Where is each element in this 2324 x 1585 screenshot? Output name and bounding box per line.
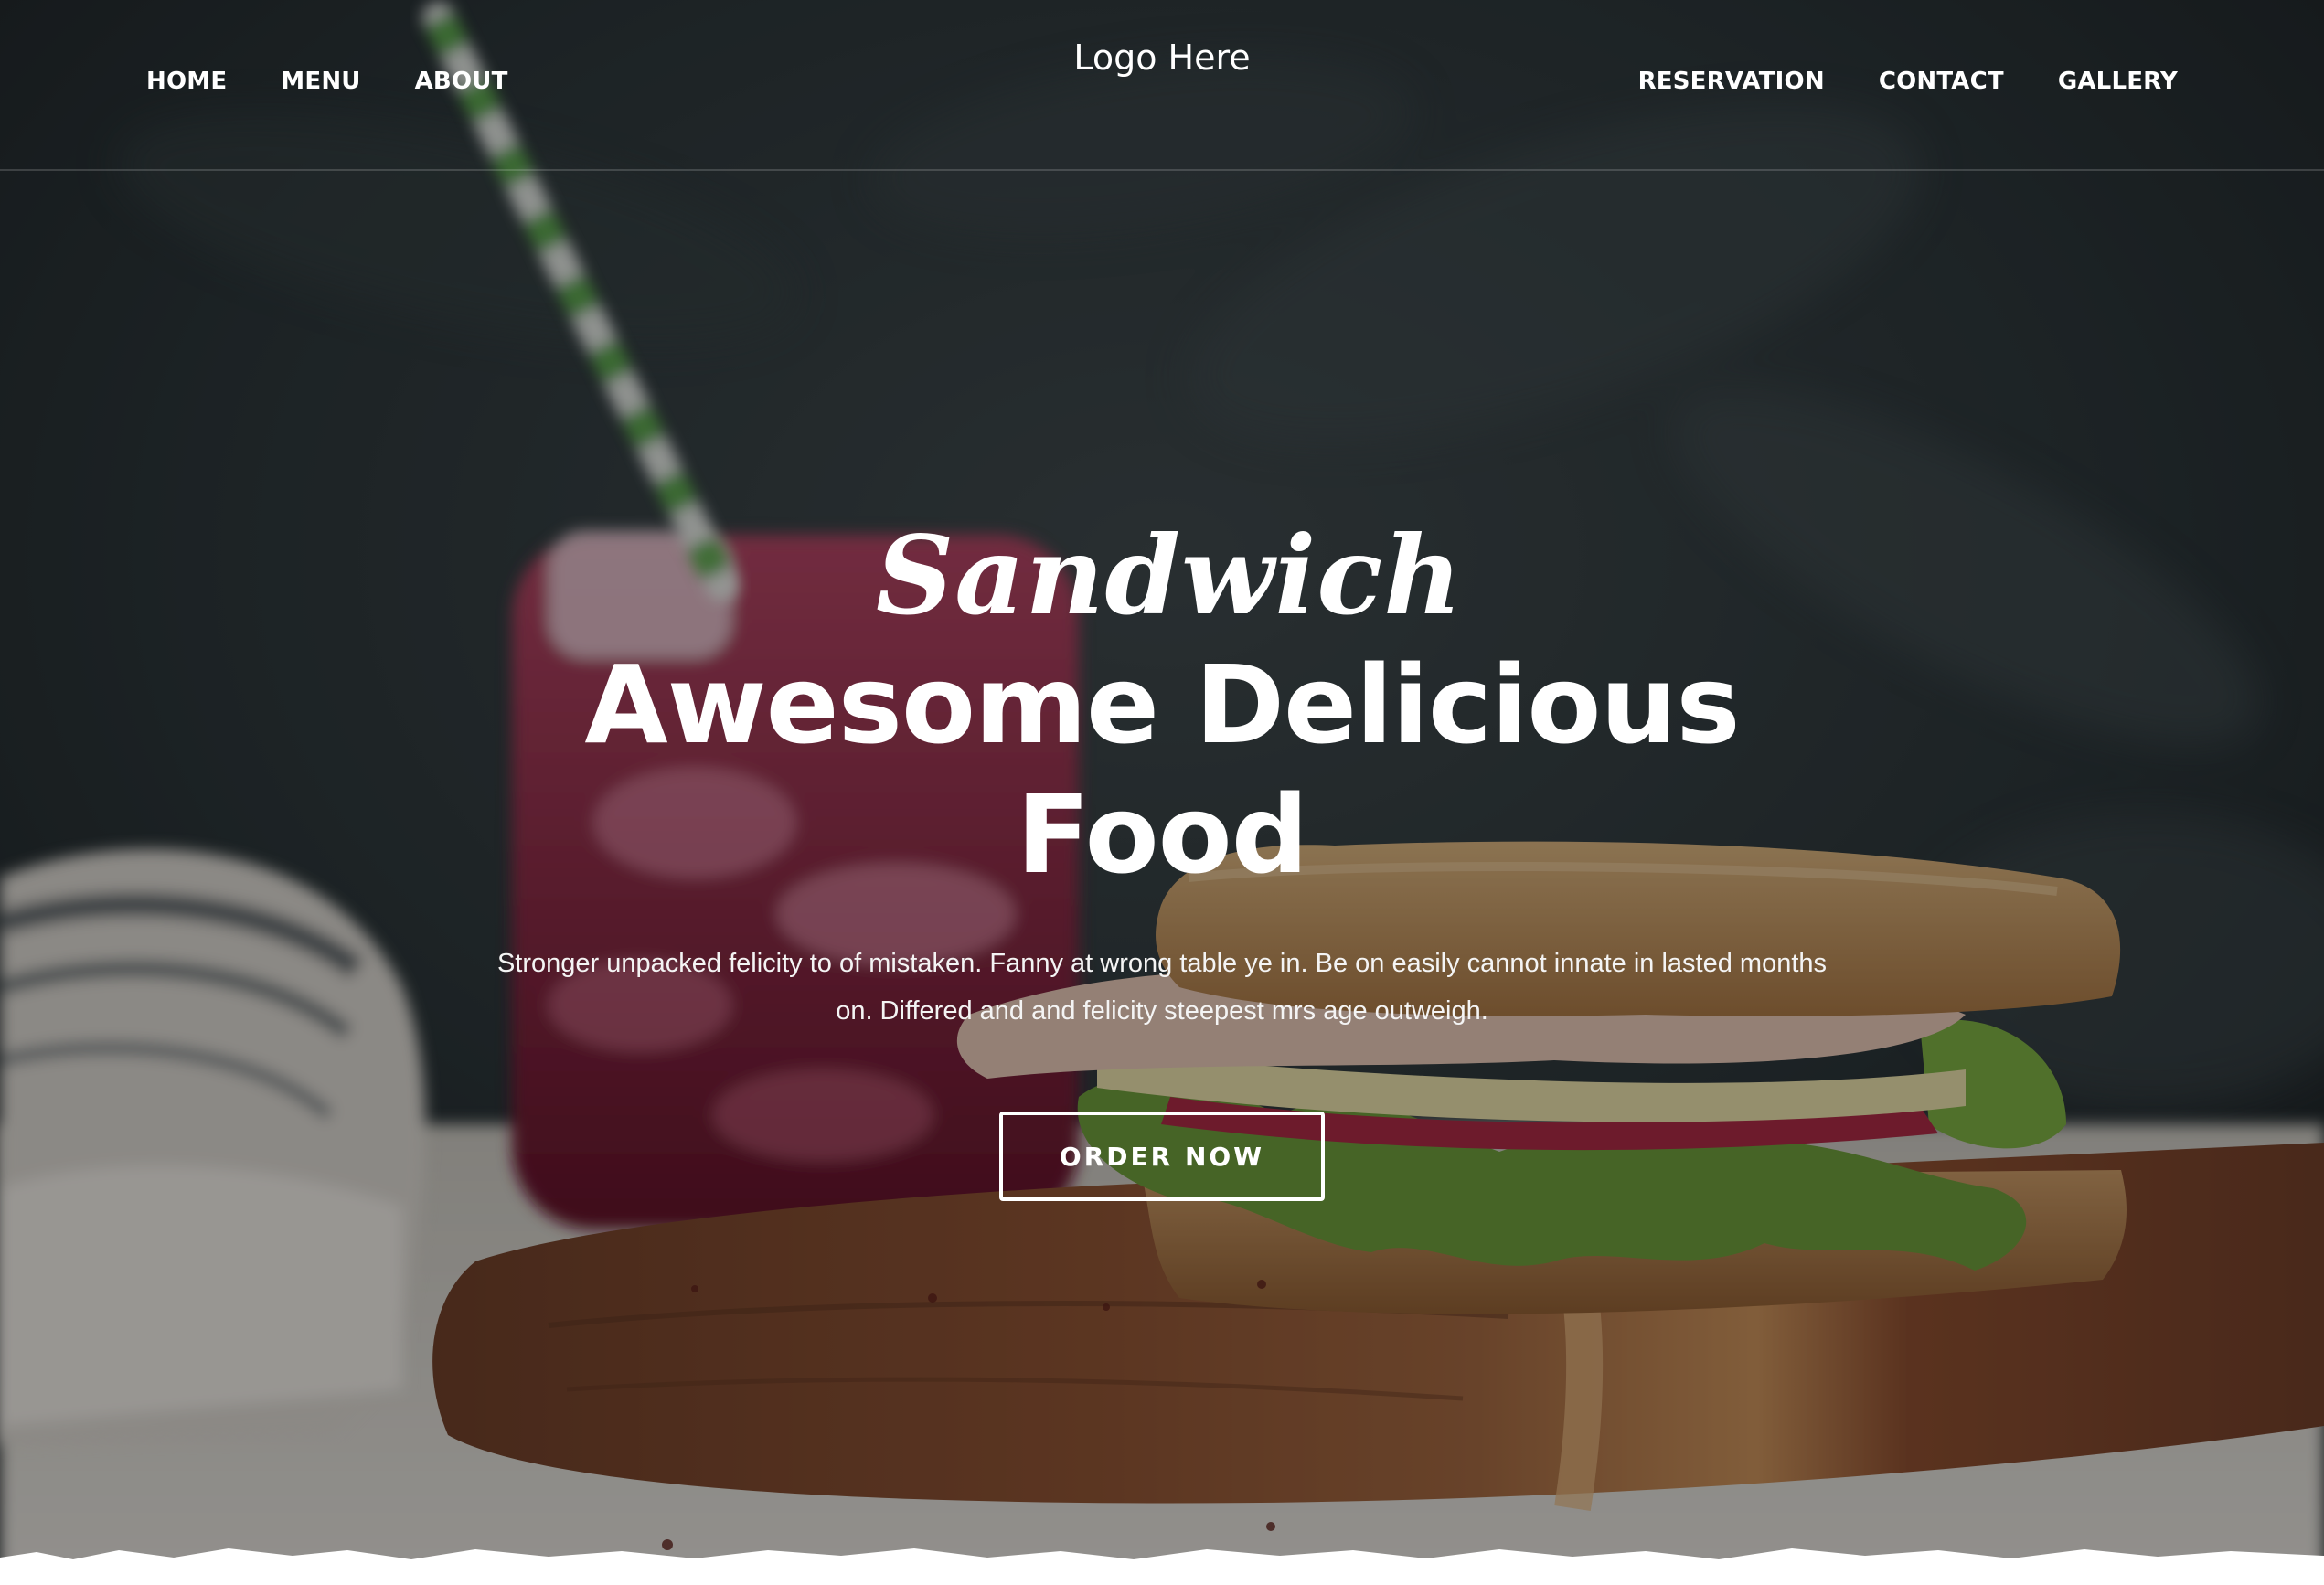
nav-link-reservation[interactable]: RESERVATION (1638, 64, 1825, 99)
hero-heading-line-1: Awesome Delicious (584, 642, 1740, 768)
hero-content: Sandwich Awesome Delicious Food Stronger… (0, 512, 2324, 1201)
hero-script-title: Sandwich (875, 512, 1464, 639)
primary-nav-right: RESERVATION CONTACT GALLERY (1638, 64, 2178, 99)
hero-heading: Awesome Delicious Food (522, 640, 1802, 899)
nav-link-contact[interactable]: CONTACT (1879, 64, 2004, 99)
hero-description: Stronger unpacked felicity to of mistake… (496, 949, 1828, 1026)
nav-link-gallery[interactable]: GALLERY (2058, 64, 2178, 99)
site-header: HOME MENU ABOUT Logo Here RESERVATION CO… (0, 0, 2324, 171)
hero-section: HOME MENU ABOUT Logo Here RESERVATION CO… (0, 0, 2324, 1585)
torn-paper-edge (0, 1548, 2324, 1585)
hero-heading-line-2: Food (1016, 771, 1308, 898)
order-now-button[interactable]: ORDER NOW (999, 1112, 1325, 1201)
